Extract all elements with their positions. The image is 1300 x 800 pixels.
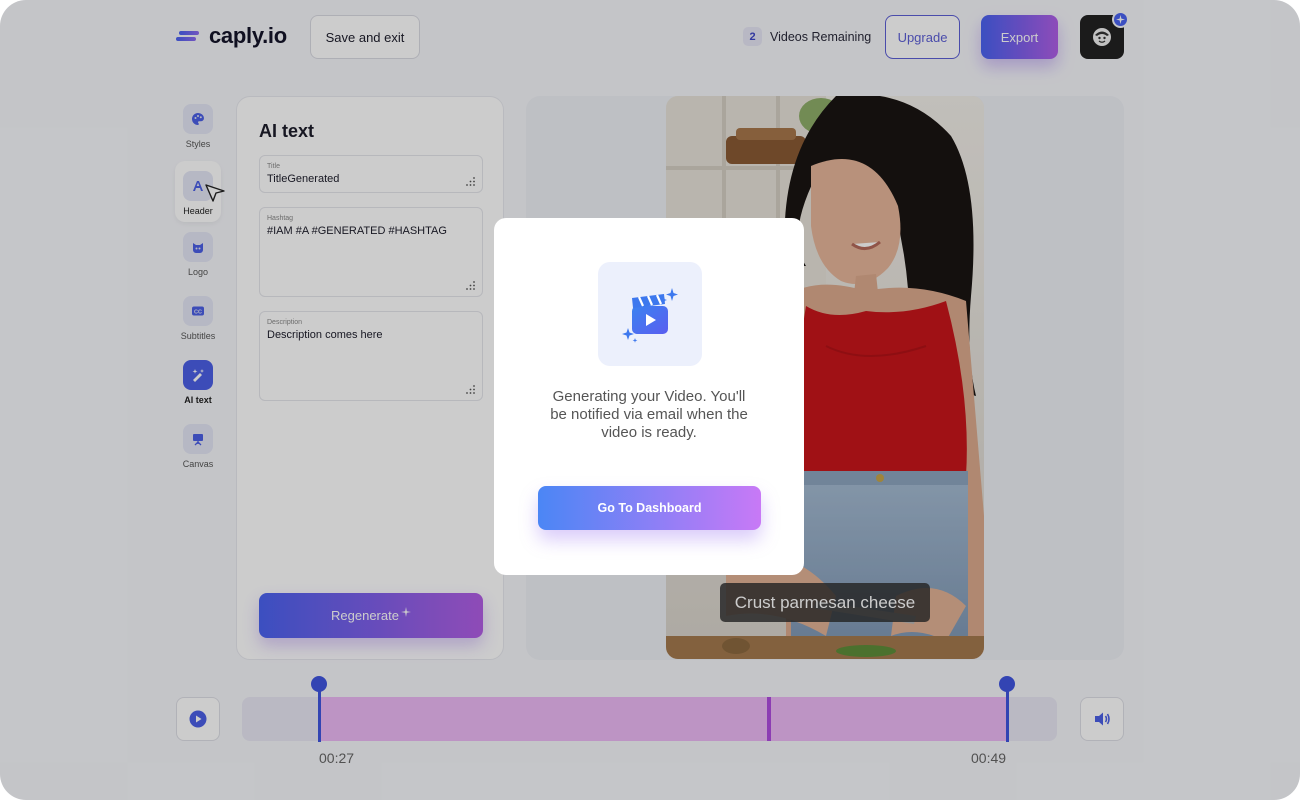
app-window: caply.io Save and exit 2 Videos Remainin…: [0, 0, 1300, 800]
video-clapperboard-sparkle-icon: [622, 288, 678, 343]
generating-video-modal: Generating your Video. You'll be notifie…: [494, 218, 804, 575]
go-to-dashboard-button[interactable]: Go To Dashboard: [538, 486, 761, 530]
modal-message: Generating your Video. You'll be notifie…: [550, 388, 748, 441]
modal-icon-container: [598, 262, 702, 366]
